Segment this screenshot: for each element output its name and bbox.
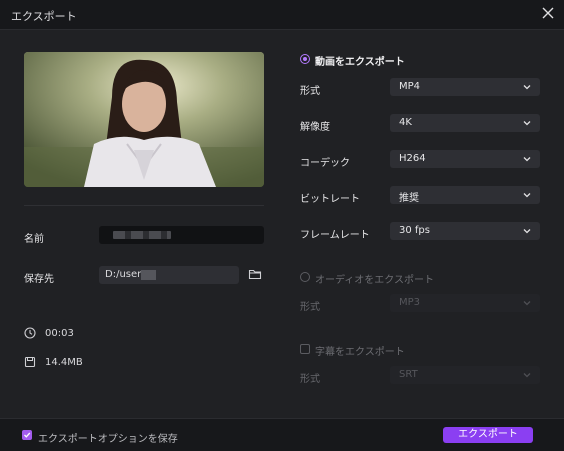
chevron-down-icon — [522, 190, 532, 200]
framerate-value: 30 fps — [399, 225, 430, 236]
subtitle-export-checkbox[interactable] — [300, 344, 310, 354]
dialog-footer: エクスポートオプションを保存 エクスポート — [0, 418, 564, 451]
export-button[interactable]: エクスポート — [443, 427, 533, 443]
resolution-label: 解像度 — [300, 122, 330, 133]
chevron-down-icon — [522, 118, 532, 128]
format-value: MP4 — [399, 81, 421, 92]
chevron-down-icon — [522, 82, 532, 92]
format-label: 形式 — [300, 86, 320, 97]
subtitle-format-value: SRT — [399, 369, 418, 380]
file-size-value: 14.4MB — [45, 357, 83, 368]
save-path-value: D:/user/ — [105, 269, 145, 280]
file-size-icon — [24, 356, 36, 368]
preview-image — [24, 52, 264, 187]
resolution-select[interactable]: 4K — [390, 114, 540, 132]
save-to-label: 保存先 — [24, 274, 54, 285]
dialog-title: エクスポート — [11, 10, 77, 23]
video-export-title: 動画をエクスポート — [315, 57, 405, 68]
framerate-label: フレームレート — [300, 230, 370, 241]
subtitle-export-title: 字幕をエクスポート — [315, 347, 405, 358]
audio-format-label: 形式 — [300, 302, 320, 313]
save-options-checkbox[interactable] — [22, 430, 32, 440]
export-dialog: エクスポート 名前 保存先 D:/user/ 00:03 14.4MB 動画をエ… — [0, 0, 564, 451]
subtitle-format-select[interactable]: SRT — [390, 366, 540, 384]
codec-value: H264 — [399, 153, 426, 164]
video-preview-thumbnail — [24, 52, 264, 187]
save-path-input[interactable]: D:/user/ — [99, 266, 239, 284]
save-options-label: エクスポートオプションを保存 — [38, 434, 178, 445]
chevron-down-icon — [522, 154, 532, 164]
chevron-down-icon — [522, 226, 532, 236]
clock-icon — [24, 327, 36, 339]
name-label: 名前 — [24, 234, 44, 245]
obscured-file-name — [113, 231, 171, 239]
video-export-radio[interactable] — [300, 54, 310, 64]
format-select[interactable]: MP4 — [390, 78, 540, 96]
audio-format-value: MP3 — [399, 297, 421, 308]
codec-select[interactable]: H264 — [390, 150, 540, 168]
close-icon[interactable] — [540, 5, 556, 21]
chevron-down-icon — [522, 298, 532, 308]
bitrate-label: ビットレート — [300, 194, 360, 205]
title-bar: エクスポート — [0, 0, 564, 30]
folder-icon[interactable] — [248, 267, 262, 281]
chevron-down-icon — [522, 370, 532, 380]
subtitle-format-label: 形式 — [300, 374, 320, 385]
audio-export-title: オーディオをエクスポート — [315, 275, 434, 286]
bitrate-value: 推奨 — [399, 193, 419, 204]
left-divider — [24, 205, 264, 206]
resolution-value: 4K — [399, 117, 412, 128]
file-name-input[interactable] — [99, 226, 264, 244]
framerate-select[interactable]: 30 fps — [390, 222, 540, 240]
checkmark-icon — [24, 432, 31, 438]
bitrate-select[interactable]: 推奨 — [390, 186, 540, 204]
obscured-path — [141, 270, 156, 280]
codec-label: コーデック — [300, 158, 350, 169]
audio-export-radio[interactable] — [300, 272, 310, 282]
duration-value: 00:03 — [45, 328, 74, 339]
audio-format-select[interactable]: MP3 — [390, 294, 540, 312]
